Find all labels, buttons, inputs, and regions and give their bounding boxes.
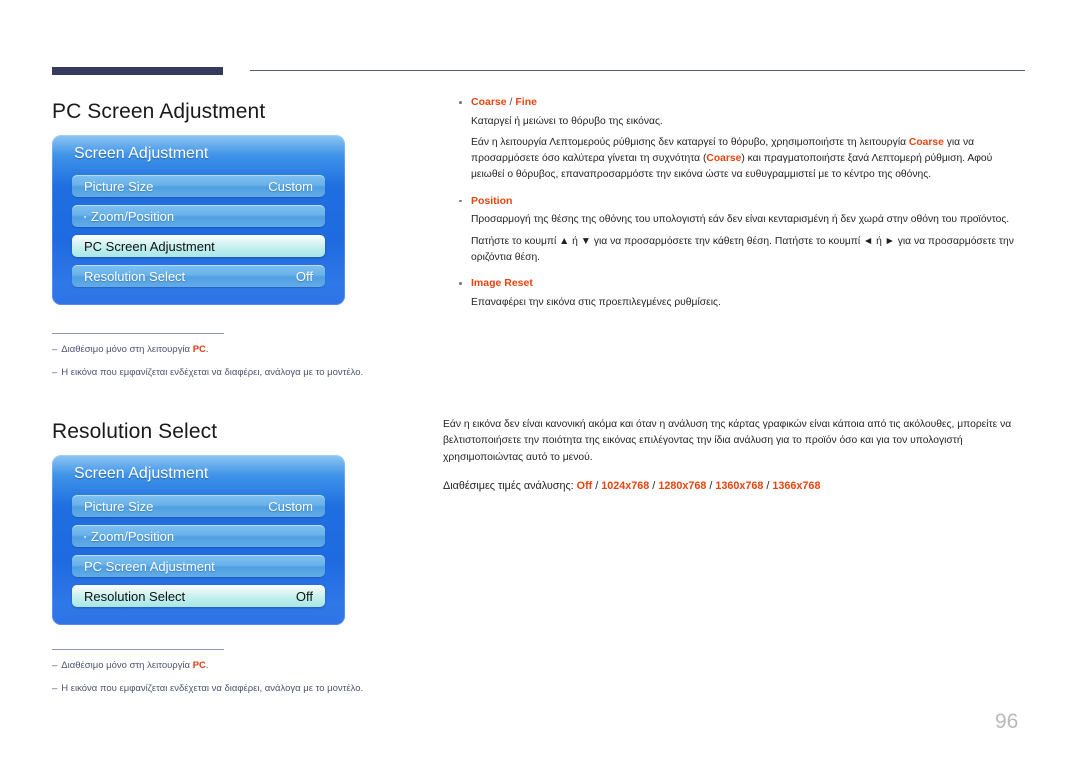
footnote-dash: – (52, 344, 58, 355)
osd-row-label: Resolution Select (84, 268, 186, 284)
para-accent: Coarse (908, 136, 944, 148)
bullet-title: Position (443, 195, 1025, 209)
right-column-section-2: Εάν η εικόνα δεν είναι κανονική ακόμα κα… (443, 417, 1025, 494)
resolution-value: 1024x768 (601, 479, 650, 492)
footnote-dash: – (52, 660, 58, 671)
resolution-value: Off (576, 479, 593, 492)
resolution-separator: / (592, 479, 602, 492)
footnote-item: – Διαθέσιμο μόνο στη λειτουργία PC. (52, 343, 472, 357)
right-column-section-1: Coarse / Fine Καταργεί ή μειώνει το θόρυ… (443, 96, 1025, 322)
footnote-strong: PC (192, 344, 206, 355)
bullet-dot-icon (84, 216, 86, 219)
resolution-value: 1280x768 (658, 479, 707, 492)
footnote-block-2: – Διαθέσιμο μόνο στη λειτουργία PC. – Η ει… (52, 649, 472, 705)
bullet-position: Position Προσαρμογή της θέσης της οθόνης… (443, 195, 1025, 266)
footnote-item: – Η εικόνα που εμφανίζεται ενδέχεται να δ… (52, 366, 472, 380)
osd-row-list: Picture Size Custom Zoom/Position PC Scr… (72, 495, 325, 607)
bullet-title: Image Reset (443, 277, 1025, 291)
bullet-title-a: Position (471, 194, 513, 207)
osd-row-label-text: Zoom/Position (91, 208, 175, 224)
bullet-paragraph: Καταργεί ή μειώνει το θόρυβο της εικόνας… (471, 115, 663, 127)
bullet-title: Coarse / Fine (443, 96, 1025, 110)
footnote-rule (52, 649, 224, 650)
footnote-rule (52, 333, 224, 334)
footnote-text-after: . (205, 660, 209, 671)
osd-row-value: Off (295, 588, 313, 604)
osd-row-pc-screen-adjustment[interactable]: PC Screen Adjustment (72, 235, 325, 257)
footnote-text: Η εικόνα που εμφανίζεται ενδέχεται να δι… (61, 366, 364, 378)
osd-row-value: Custom (268, 498, 313, 514)
resolution-description: Εάν η εικόνα δεν είναι κανονική ακόμα κα… (443, 419, 1012, 463)
resolution-separator: / (649, 479, 659, 492)
osd-row-value: Off (295, 268, 313, 284)
bullet-paragraph: Πατήστε το κουμπί ▲ ή ▼ για να προσαρμόσ… (471, 235, 1014, 263)
osd-row-label: Picture Size (84, 178, 154, 194)
bullet-dot-icon (84, 536, 86, 539)
osd-row-picture-size[interactable]: Picture Size Custom (72, 175, 325, 197)
osd-row-label: Zoom/Position (84, 209, 174, 224)
footnote-text: Διαθέσιμο μόνο στη λειτουργία (61, 660, 193, 671)
osd-row-list: Picture Size Custom Zoom/Position PC Scr… (72, 175, 325, 287)
footnote-item: – Η εικόνα που εμφανίζεται ενδέχεται να δ… (52, 682, 472, 696)
osd-row-resolution-select[interactable]: Resolution Select Off (72, 265, 325, 287)
resolution-value: 1366x768 (772, 479, 821, 492)
bullet-coarse-fine: Coarse / Fine Καταργεί ή μειώνει το θόρυ… (443, 96, 1025, 184)
para-accent: Coarse (706, 153, 742, 165)
bullet-title-b: Fine (515, 96, 537, 108)
osd-title: Screen Adjustment (74, 465, 209, 482)
available-resolutions-values: Off / 1024x768 / 1280x768 / 1360x768 / 1… (577, 480, 821, 492)
osd-row-zoom-position[interactable]: Zoom/Position (72, 205, 325, 227)
footnote-block-1: – Διαθέσιμο μόνο στη λειτουργία PC. – Η ει… (52, 333, 472, 389)
page-number: 96 (995, 710, 1019, 733)
section-heading-resolution-select: Resolution Select (52, 420, 218, 443)
section-heading-pc-screen-adjustment: PC Screen Adjustment (52, 100, 266, 123)
osd-row-label: PC Screen Adjustment (84, 558, 215, 574)
footnote-item: – Διαθέσιμο μόνο στη λειτουργία PC. (52, 659, 472, 673)
osd-row-label: Resolution Select (84, 588, 186, 604)
available-resolutions-line: Διαθέσιμες τιμές ανάλυσης: Off / 1024x76… (443, 478, 1025, 494)
osd-row-label: PC Screen Adjustment (84, 238, 215, 254)
bullet-paragraph: Επαναφέρει την εικόνα στις προεπιλεγμένε… (471, 296, 721, 308)
bullet-paragraph: Προσαρμογή της θέσης της οθόνης του υπολ… (471, 214, 1010, 226)
osd-row-label: Picture Size (84, 498, 154, 514)
footnote-text: Η εικόνα που εμφανίζεται ενδέχεται να δι… (61, 682, 364, 694)
resolution-separator: / (706, 479, 716, 492)
para-seg: Εάν η λειτουργία Λεπτομερούς ρύθμισης δε… (471, 136, 909, 148)
osd-menu-screen-adjustment-1: Screen Adjustment Picture Size Custom Zo… (52, 135, 345, 305)
available-resolutions-label: Διαθέσιμες τιμές ανάλυσης: (443, 479, 577, 492)
header-rule (250, 70, 1025, 71)
resolution-value: 1360x768 (715, 479, 764, 492)
footnote-dash: – (52, 366, 58, 378)
bullet-image-reset: Image Reset Επαναφέρει την εικόνα στις π… (443, 277, 1025, 311)
osd-title: Screen Adjustment (74, 145, 209, 162)
osd-row-resolution-select[interactable]: Resolution Select Off (72, 585, 325, 607)
osd-row-picture-size[interactable]: Picture Size Custom (72, 495, 325, 517)
osd-row-value: Custom (268, 178, 313, 194)
osd-row-label-text: Zoom/Position (91, 528, 175, 544)
osd-menu-screen-adjustment-2: Screen Adjustment Picture Size Custom Zo… (52, 455, 345, 625)
osd-row-zoom-position[interactable]: Zoom/Position (72, 525, 325, 547)
bullet-title-a: Image Reset (471, 277, 533, 290)
bullet-paragraph: Εάν η λειτουργία Λεπτομερούς ρύθμισης δε… (443, 135, 1025, 184)
header-accent-bar (52, 67, 223, 75)
footnote-dash: – (52, 682, 58, 694)
footnote-strong: PC (192, 660, 206, 671)
osd-row-label: Zoom/Position (84, 529, 174, 544)
osd-row-pc-screen-adjustment[interactable]: PC Screen Adjustment (72, 555, 325, 577)
bullet-title-a: Coarse (471, 96, 507, 108)
footnote-text-after: . (205, 344, 209, 355)
footnote-text: Διαθέσιμο μόνο στη λειτουργία (61, 344, 193, 355)
